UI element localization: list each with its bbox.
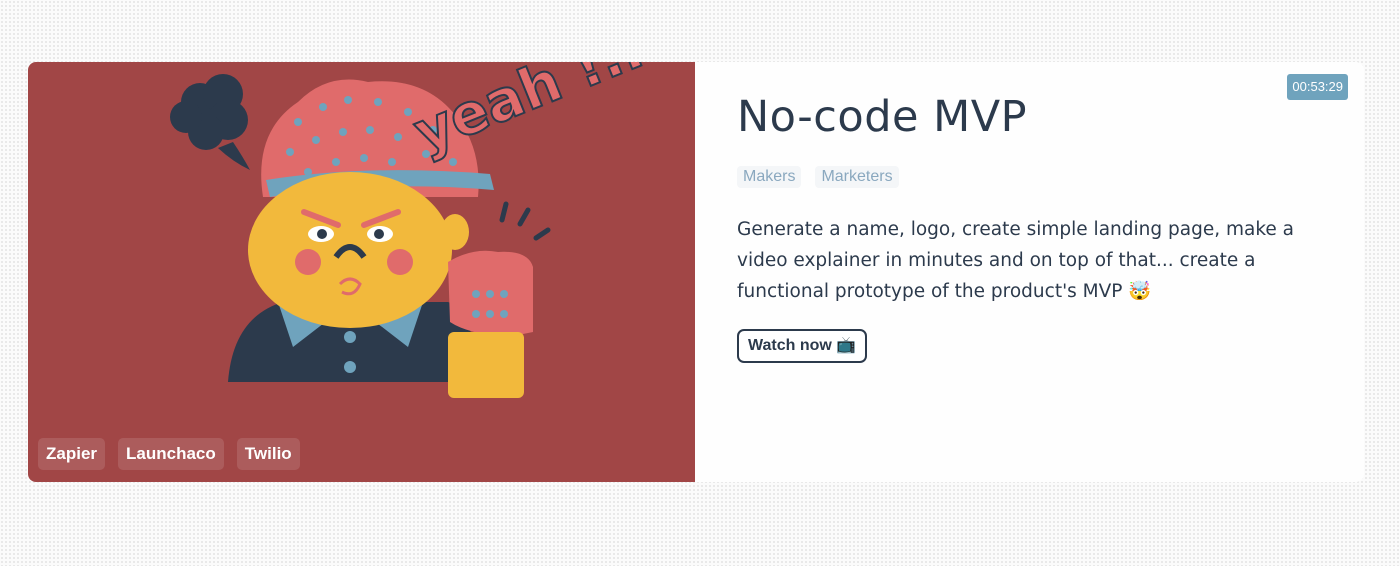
- watch-now-button[interactable]: Watch now 📺: [737, 329, 868, 363]
- tool-tag-twilio[interactable]: Twilio: [236, 438, 300, 470]
- illustration-text: yeah !..: [405, 62, 652, 166]
- course-illustration-panel: yeah !.. Zapier Launchaco Twilio: [28, 62, 695, 482]
- course-details: 00:53:29 No-code MVP Makers Marketers Ge…: [695, 62, 1364, 482]
- tool-tag-launchaco[interactable]: Launchaco: [118, 438, 224, 470]
- course-title: No-code MVP: [737, 92, 1028, 142]
- audience-tag-makers[interactable]: Makers: [737, 166, 802, 188]
- tool-tags: Zapier Launchaco Twilio: [38, 438, 300, 470]
- smoke-cloud: [170, 74, 250, 170]
- tool-tag-zapier[interactable]: Zapier: [38, 438, 106, 470]
- audience-tag-marketers[interactable]: Marketers: [815, 166, 899, 188]
- audience-tags: Makers Marketers: [737, 166, 899, 188]
- course-card[interactable]: yeah !.. Zapier Launchaco Twilio 00:53:2…: [28, 62, 1364, 482]
- course-description: Generate a name, logo, create simple lan…: [737, 219, 1294, 302]
- angry-cartoon-illustration: yeah !..: [170, 62, 653, 398]
- duration-badge: 00:53:29: [1287, 74, 1348, 100]
